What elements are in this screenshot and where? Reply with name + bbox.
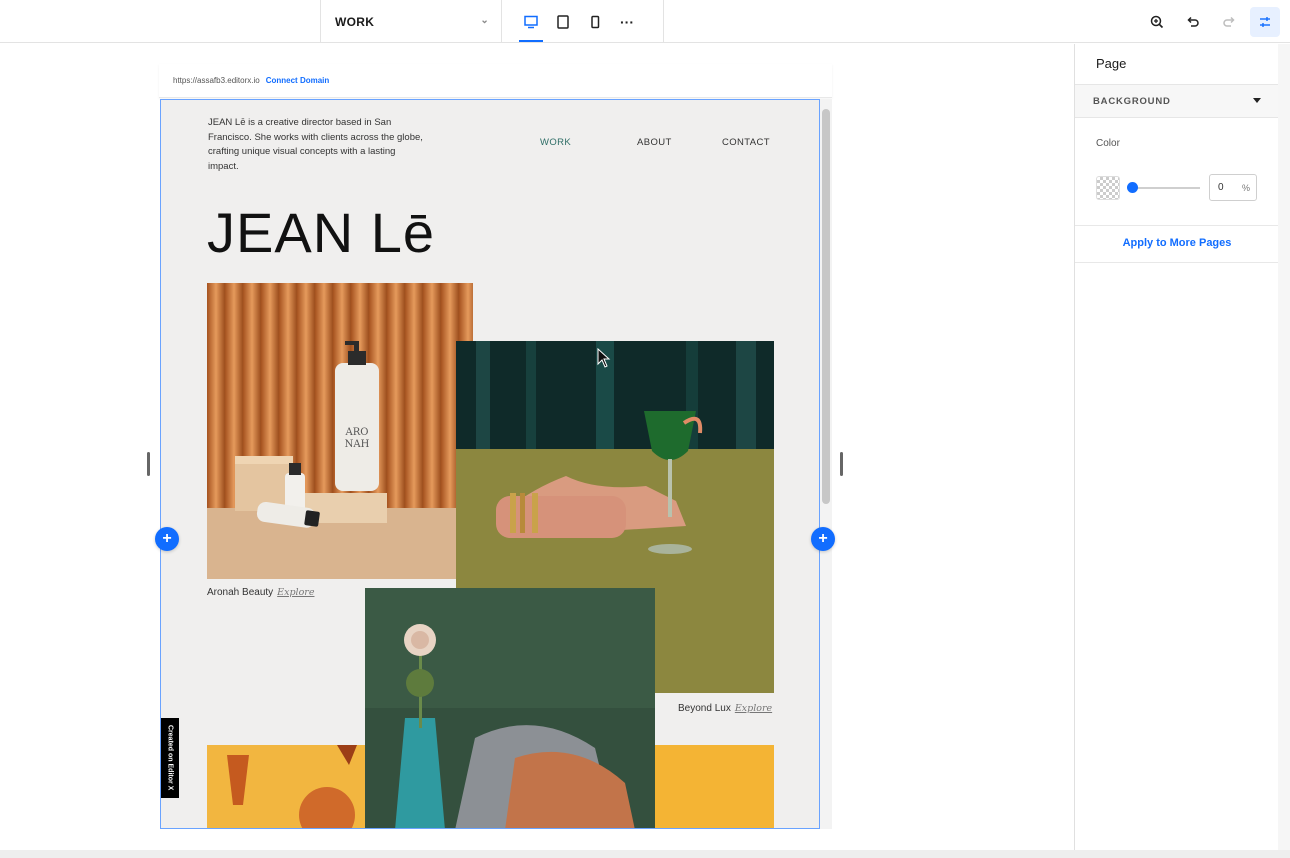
svg-text:NAH: NAH	[345, 439, 370, 450]
left-resize-handle[interactable]	[147, 452, 150, 476]
mouse-cursor-icon	[597, 348, 611, 368]
undo-button[interactable]	[1178, 7, 1208, 37]
desktop-view-button[interactable]	[515, 0, 547, 43]
panel-divider	[1075, 225, 1279, 226]
aronah-beauty-image[interactable]: ARO NAH	[207, 283, 473, 579]
nav-contact[interactable]: CONTACT	[722, 137, 770, 148]
explore-link[interactable]: Explore	[277, 587, 314, 598]
site-scrollbar[interactable]	[820, 99, 832, 829]
site-url: https://assafb3.editorx.io	[173, 76, 260, 85]
connect-domain-link[interactable]: Connect Domain	[266, 76, 330, 85]
created-on-editorx-badge[interactable]: Created on Editor X	[161, 718, 179, 798]
project-caption-beyond-lux: Beyond Lux Explore	[678, 703, 772, 714]
right-tools	[1142, 0, 1280, 43]
section-label: BACKGROUND	[1093, 95, 1171, 107]
project-name: Beyond Lux	[678, 703, 731, 714]
nav-about[interactable]: ABOUT	[637, 137, 672, 148]
redo-icon	[1223, 16, 1235, 27]
aronah-beauty-photo: ARO NAH	[207, 283, 473, 579]
tablet-view-button[interactable]	[547, 0, 579, 43]
right-resize-handle[interactable]	[840, 452, 843, 476]
svg-text:ARO: ARO	[345, 427, 369, 438]
opacity-unit: %	[1241, 183, 1250, 193]
panel-scrollbar[interactable]	[1278, 44, 1290, 850]
page-selector[interactable]: WORK ⌄	[320, 0, 502, 43]
yellow-glass-photo	[207, 745, 365, 828]
rose-photo	[365, 588, 655, 828]
hero-title[interactable]: JEAN Lē	[207, 200, 435, 265]
yellow-glass-image[interactable]	[207, 745, 365, 828]
caret-down-icon	[1253, 98, 1261, 103]
project-name: Aronah Beauty	[207, 587, 274, 598]
site-preview[interactable]: JEAN Lē is a creative director based in …	[160, 99, 820, 829]
background-section-header[interactable]: BACKGROUND	[1075, 84, 1279, 118]
explore-link[interactable]: Explore	[735, 703, 772, 714]
opacity-slider-knob[interactable]	[1127, 182, 1138, 193]
site-url-bar: https://assafb3.editorx.io Connect Domai…	[159, 64, 832, 98]
toolbar-divider	[663, 0, 664, 43]
add-section-right-button[interactable]: +	[811, 527, 835, 551]
project-caption-aronah: Aronah Beauty Explore	[207, 587, 314, 598]
mobile-icon	[591, 15, 600, 28]
desktop-icon	[524, 15, 538, 28]
adjust-icon	[1260, 16, 1270, 27]
yellow-right-image[interactable]	[655, 745, 774, 828]
undo-icon	[1187, 16, 1199, 27]
intro-text[interactable]: JEAN Lē is a creative director based in …	[208, 116, 423, 174]
apply-to-more-pages-link[interactable]: Apply to More Pages	[1075, 237, 1279, 249]
panel-divider	[1075, 262, 1279, 263]
nav-work[interactable]: WORK	[540, 137, 571, 148]
site-scrollbar-thumb[interactable]	[822, 109, 830, 504]
chevron-down-icon: ⌄	[480, 15, 489, 26]
design-panel-button[interactable]	[1250, 6, 1280, 37]
tablet-icon	[557, 14, 569, 29]
bottom-scrollbar[interactable]	[0, 850, 1290, 858]
opacity-input[interactable]: 0 %	[1209, 174, 1257, 201]
color-label: Color	[1096, 138, 1120, 149]
mobile-view-button[interactable]	[579, 0, 611, 43]
zoom-button[interactable]	[1142, 7, 1172, 37]
device-switcher: ···	[515, 0, 643, 43]
zoom-icon	[1150, 15, 1164, 28]
panel-title: Page	[1096, 56, 1127, 71]
design-panel: Page BACKGROUND Color 0 % Apply to More …	[1074, 44, 1279, 850]
opacity-value: 0	[1218, 182, 1224, 193]
color-swatch[interactable]	[1096, 176, 1120, 200]
more-options-button[interactable]: ···	[611, 0, 643, 43]
yellow-right-photo	[655, 745, 774, 828]
add-section-left-button[interactable]: +	[155, 527, 179, 551]
redo-button[interactable]	[1214, 7, 1244, 37]
opacity-slider-track[interactable]	[1132, 187, 1200, 189]
top-toolbar: WORK ⌄ ···	[0, 0, 1290, 43]
page-selector-value: WORK	[335, 14, 375, 29]
more-icon: ···	[620, 13, 634, 30]
rose-image[interactable]	[365, 588, 655, 828]
